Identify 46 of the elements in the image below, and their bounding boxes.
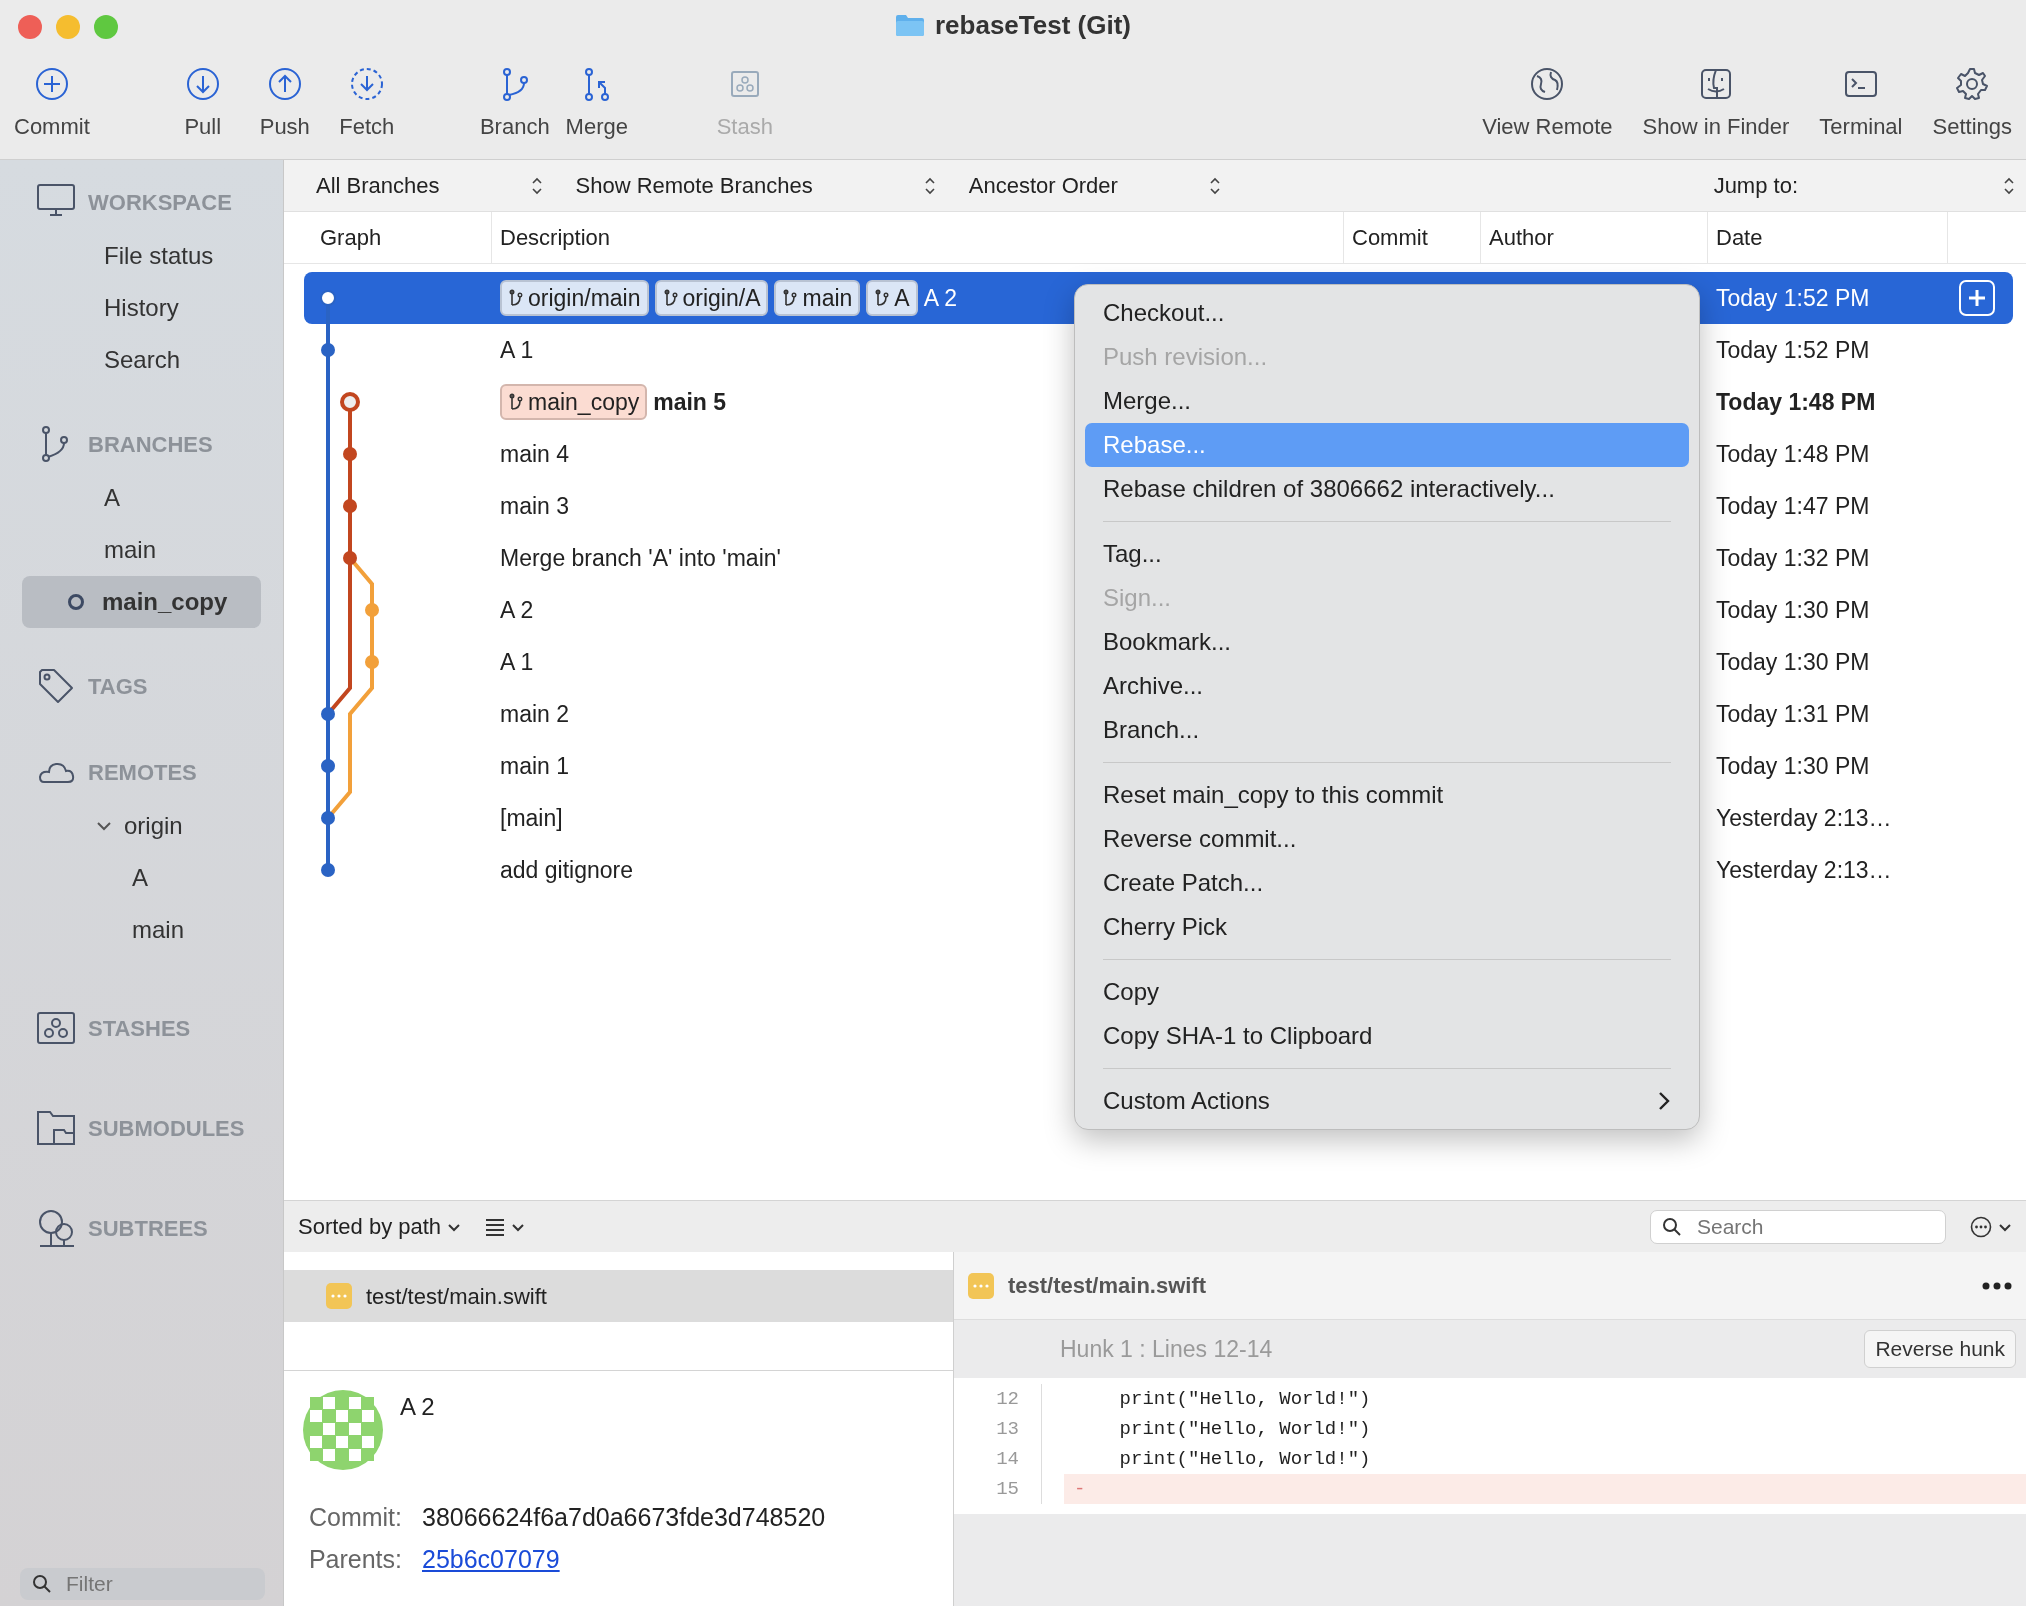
- section-header: WORKSPACE: [88, 188, 232, 217]
- commit-description: A 2: [500, 595, 534, 625]
- commit-description: main 2: [500, 699, 570, 729]
- commit-description: A 1: [500, 647, 534, 677]
- commit-description: add gitignore: [500, 855, 633, 885]
- commit-description: Merge branch 'A' into 'main': [500, 543, 781, 573]
- commit-description: main 4: [500, 439, 570, 469]
- jump-to-label: Jump to:: [1713, 172, 1798, 200]
- commit-date: Today 1:52 PM: [1716, 284, 1870, 311]
- code-line: print("Hello, World!"): [1118, 1416, 1372, 1442]
- commit-description: main 5: [653, 387, 727, 417]
- hunk-header: Hunk 1 : Lines 12-14: [1060, 1334, 1273, 1364]
- line-number: 15: [954, 1474, 1042, 1504]
- commit-date: Today 1:30 PM: [1716, 648, 1870, 675]
- commit-date: Yesterday 2:13…: [1716, 804, 1892, 831]
- commit-date: Today 1:30 PM: [1716, 752, 1870, 779]
- commit-date: Today 1:32 PM: [1716, 544, 1870, 571]
- commit-hash: 38066624f6a7d0a6673fde3d748520: [422, 1502, 826, 1533]
- commit-date: Today 1:31 PM: [1716, 700, 1870, 727]
- commit-description: main 1: [500, 751, 570, 781]
- field-label: Commit:: [307, 1502, 402, 1533]
- section-header: STASHES: [88, 1014, 191, 1043]
- line-number: 14: [954, 1444, 1042, 1474]
- field-label: Parents:: [307, 1543, 402, 1575]
- commit-date: Today 1:30 PM: [1716, 596, 1870, 623]
- commit-title: A 2: [400, 1392, 435, 1422]
- commit-description: A 1: [500, 335, 534, 365]
- line-number: 13: [954, 1414, 1042, 1444]
- commit-description: A 2: [923, 283, 957, 313]
- commit-description: [main]: [500, 803, 563, 833]
- commit-date: Today 1:48 PM: [1716, 388, 1876, 415]
- code-line: print("Hello, World!"): [1118, 1386, 1372, 1412]
- section-header: REMOTES: [88, 758, 197, 787]
- diff-file-name: test/test/main.swift: [1008, 1272, 1207, 1300]
- section-header: BRANCHES: [88, 430, 213, 459]
- commit-date: Today 1:47 PM: [1716, 492, 1870, 519]
- line-number: 12: [954, 1384, 1042, 1414]
- window-title: rebaseTest (Git): [935, 8, 1131, 42]
- code-line: print("Hello, World!"): [1118, 1446, 1372, 1472]
- section-header: TAGS: [88, 672, 148, 701]
- commit-date: Today 1:48 PM: [1716, 440, 1870, 467]
- commit-date: Yesterday 2:13…: [1716, 856, 1892, 883]
- section-header: SUBTREES: [88, 1214, 208, 1243]
- section-header: SUBMODULES: [88, 1114, 245, 1143]
- commit-description: main 3: [500, 491, 570, 521]
- commit-date: Today 1:52 PM: [1716, 336, 1870, 363]
